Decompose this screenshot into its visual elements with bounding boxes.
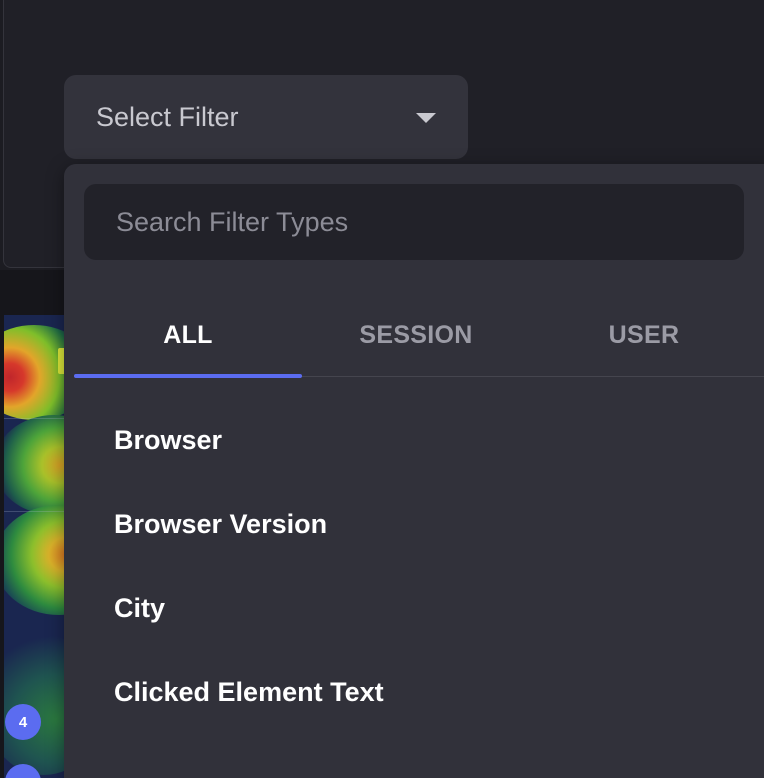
option-label: Browser <box>114 424 223 455</box>
heatmap-divider <box>4 418 66 419</box>
heatmap-divider <box>4 511 66 512</box>
option-label: City <box>114 592 166 623</box>
heatmap-hotspot <box>4 415 66 515</box>
filter-type-tabs: ALL SESSION USER <box>74 294 764 378</box>
search-filter-types-input[interactable] <box>84 184 744 260</box>
heatmap-hotspot <box>4 635 66 775</box>
filter-option-clicked-element-text[interactable]: Clicked Element Text <box>114 670 384 714</box>
click-count-badge[interactable]: 4 <box>5 704 41 740</box>
tab-label: USER <box>608 320 680 349</box>
chevron-down-icon <box>416 113 436 123</box>
tab-all[interactable]: ALL <box>74 294 302 376</box>
page: 4 Select Filter ALL SESSION USER Browser… <box>0 0 764 778</box>
heatmap-hotspot <box>4 505 66 615</box>
filter-menu: ALL SESSION USER Browser Browser Version… <box>64 164 764 778</box>
option-label: Clicked Element Text <box>114 676 384 707</box>
heatmap-hotspot <box>4 325 66 420</box>
badge-label: 4 <box>18 713 28 731</box>
filter-option-browser-version[interactable]: Browser Version <box>114 502 327 546</box>
tab-user[interactable]: USER <box>530 294 758 376</box>
tab-label: ALL <box>163 320 213 349</box>
option-label: Browser Version <box>114 508 328 539</box>
tab-session[interactable]: SESSION <box>302 294 530 376</box>
filter-option-city[interactable]: City <box>114 586 165 630</box>
filter-option-browser[interactable]: Browser <box>114 418 222 462</box>
select-filter-dropdown[interactable]: Select Filter <box>64 75 468 159</box>
tab-label: SESSION <box>359 320 473 349</box>
select-filter-label: Select Filter <box>96 101 239 132</box>
active-tab-indicator <box>74 374 302 378</box>
